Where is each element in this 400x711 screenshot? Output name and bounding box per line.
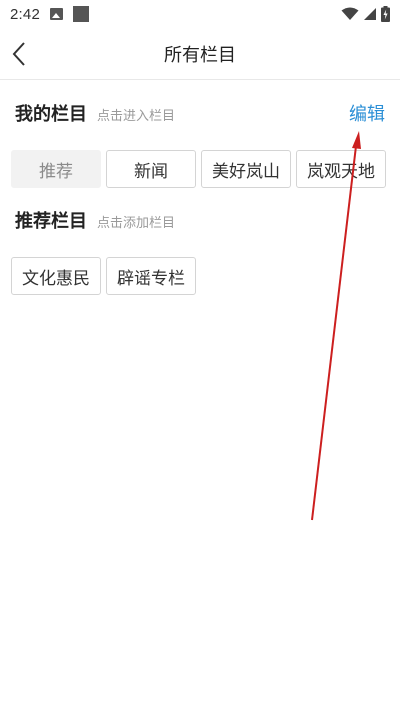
battery-charging-icon bbox=[381, 6, 390, 22]
recommended-channels-list: 文化惠民 辟谣专栏 bbox=[11, 257, 196, 295]
recommended-channels-hint: 点击添加栏目 bbox=[97, 216, 176, 231]
channel-chip-news[interactable]: 新闻 bbox=[106, 150, 196, 188]
page-title: 所有栏目 bbox=[164, 44, 236, 66]
status-left: 2:42 bbox=[10, 6, 89, 23]
status-bar: 2:42 bbox=[0, 0, 400, 28]
recommended-channels-header: 推荐栏目 点击添加栏目 bbox=[15, 207, 175, 233]
channel-chip-recommend[interactable]: 推荐 bbox=[11, 150, 101, 188]
image-icon bbox=[50, 8, 63, 20]
channel-chip-languan-tiandi[interactable]: 岚观天地 bbox=[296, 150, 386, 188]
back-button[interactable] bbox=[6, 40, 32, 68]
chevron-left-icon bbox=[12, 42, 25, 66]
wifi-icon bbox=[341, 7, 359, 20]
recommend-chip-wenhua-huimin[interactable]: 文化惠民 bbox=[11, 257, 101, 295]
my-channels-title: 我的栏目 bbox=[15, 104, 87, 125]
my-channels-list: 推荐 新闻 美好岚山 岚观天地 bbox=[11, 150, 386, 188]
my-channels-hint: 点击进入栏目 bbox=[97, 109, 176, 124]
recommend-chip-piyao-zhuanlan[interactable]: 辟谣专栏 bbox=[106, 257, 196, 295]
header: 所有栏目 bbox=[0, 28, 400, 80]
square-icon bbox=[73, 6, 89, 22]
my-channels-header: 我的栏目 点击进入栏目 bbox=[15, 100, 175, 126]
edit-button[interactable]: 编辑 bbox=[349, 100, 385, 126]
annotation-arrowhead bbox=[352, 131, 361, 149]
signal-icon bbox=[364, 8, 376, 20]
status-time: 2:42 bbox=[10, 5, 40, 23]
channel-chip-meihao-lanshan[interactable]: 美好岚山 bbox=[201, 150, 291, 188]
status-right bbox=[341, 6, 390, 22]
recommended-channels-title: 推荐栏目 bbox=[15, 211, 87, 232]
annotation-arrow-line bbox=[311, 145, 357, 521]
